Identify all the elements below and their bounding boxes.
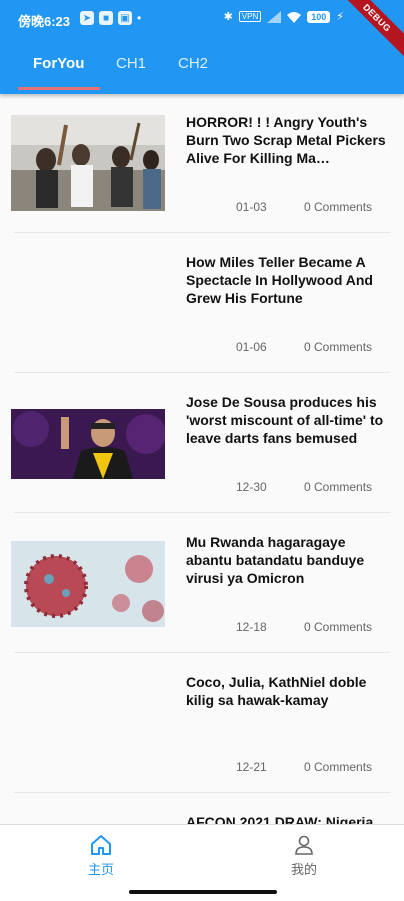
app-icon: ■ — [99, 11, 113, 25]
nav-profile[interactable]: 我的 — [264, 835, 344, 878]
news-date: 01-03 — [236, 200, 267, 214]
nav-profile-label: 我的 — [290, 862, 317, 877]
tab-bar: ForYou CH1 CH2 — [0, 36, 404, 94]
charging-icon: ⚡ — [336, 11, 344, 23]
news-item[interactable]: Mu Rwanda hagaragaye abantu batandatu ba… — [0, 514, 404, 654]
news-title[interactable]: Jose De Sousa produces his 'worst miscou… — [186, 393, 392, 447]
news-thumbnail — [11, 541, 165, 627]
signal-icon — [267, 10, 282, 23]
news-comments[interactable]: 0 Comments — [304, 620, 372, 634]
news-title[interactable]: AFCON 2021 DRAW: Nigeria — [186, 813, 392, 824]
news-item[interactable]: HORROR! ! ! Angry Youth's Burn Two Scrap… — [0, 94, 404, 234]
news-title[interactable]: HORROR! ! ! Angry Youth's Burn Two Scrap… — [186, 113, 392, 167]
crowd-photo-image — [11, 115, 165, 211]
news-date: 12-18 — [236, 620, 267, 634]
news-item[interactable]: Coco, Julia, KathNiel doble kilig sa haw… — [0, 654, 404, 794]
tab-ch2[interactable]: CH2 — [178, 36, 208, 94]
news-thumbnail — [11, 115, 165, 211]
news-title[interactable]: Coco, Julia, KathNiel doble kilig sa haw… — [186, 673, 392, 709]
tab-foryou[interactable]: ForYou — [33, 36, 84, 94]
system-icons: ✱ VPN 100 ⚡ — [224, 10, 344, 23]
news-item[interactable]: AFCON 2021 DRAW: Nigeria — [0, 794, 404, 824]
nav-home-label: 主页 — [87, 862, 114, 877]
news-comments[interactable]: 0 Comments — [304, 340, 372, 354]
app-bar: 傍晚6:23 ➤ ■ ▣ • ✱ VPN 100 ⚡ DEBUG ForYou … — [0, 0, 404, 94]
divider — [14, 792, 390, 793]
news-comments[interactable]: 0 Comments — [304, 480, 372, 494]
divider — [14, 232, 390, 233]
news-item[interactable]: How Miles Teller Became A Spectacle In H… — [0, 234, 404, 374]
gesture-bar[interactable] — [129, 890, 277, 894]
divider — [14, 652, 390, 653]
more-dot-icon: • — [137, 11, 142, 25]
vpn-icon: VPN — [238, 11, 262, 22]
news-date: 01-06 — [236, 340, 267, 354]
nav-home[interactable]: 主页 — [61, 835, 141, 878]
news-thumbnail — [11, 409, 165, 479]
person-icon — [295, 835, 313, 855]
tab-ch1[interactable]: CH1 — [116, 36, 146, 94]
darts-photo-image — [11, 409, 165, 479]
bluetooth-icon: ✱ — [223, 11, 233, 23]
battery-icon: 100 — [307, 10, 331, 23]
news-date: 12-21 — [236, 760, 267, 774]
news-item[interactable]: Jose De Sousa produces his 'worst miscou… — [0, 374, 404, 514]
virus-illustration-image — [11, 541, 165, 627]
telegram-icon: ➤ — [80, 11, 94, 25]
news-comments[interactable]: 0 Comments — [304, 760, 372, 774]
app-icon-2: ▣ — [118, 11, 132, 25]
notification-icons: ➤ ■ ▣ • — [80, 11, 141, 25]
status-bar: 傍晚6:23 ➤ ■ ▣ • ✱ VPN 100 ⚡ — [0, 0, 404, 36]
news-date: 12-30 — [236, 480, 267, 494]
wifi-icon — [287, 11, 302, 23]
news-title[interactable]: How Miles Teller Became A Spectacle In H… — [186, 253, 392, 307]
status-time: 傍晚6:23 — [18, 14, 71, 29]
news-comments[interactable]: 0 Comments — [304, 200, 372, 214]
tab-indicator — [18, 87, 100, 90]
home-icon — [91, 835, 111, 855]
news-title[interactable]: Mu Rwanda hagaragaye abantu batandatu ba… — [186, 533, 392, 587]
divider — [14, 512, 390, 513]
divider — [14, 372, 390, 373]
news-feed[interactable]: HORROR! ! ! Angry Youth's Burn Two Scrap… — [0, 94, 404, 824]
